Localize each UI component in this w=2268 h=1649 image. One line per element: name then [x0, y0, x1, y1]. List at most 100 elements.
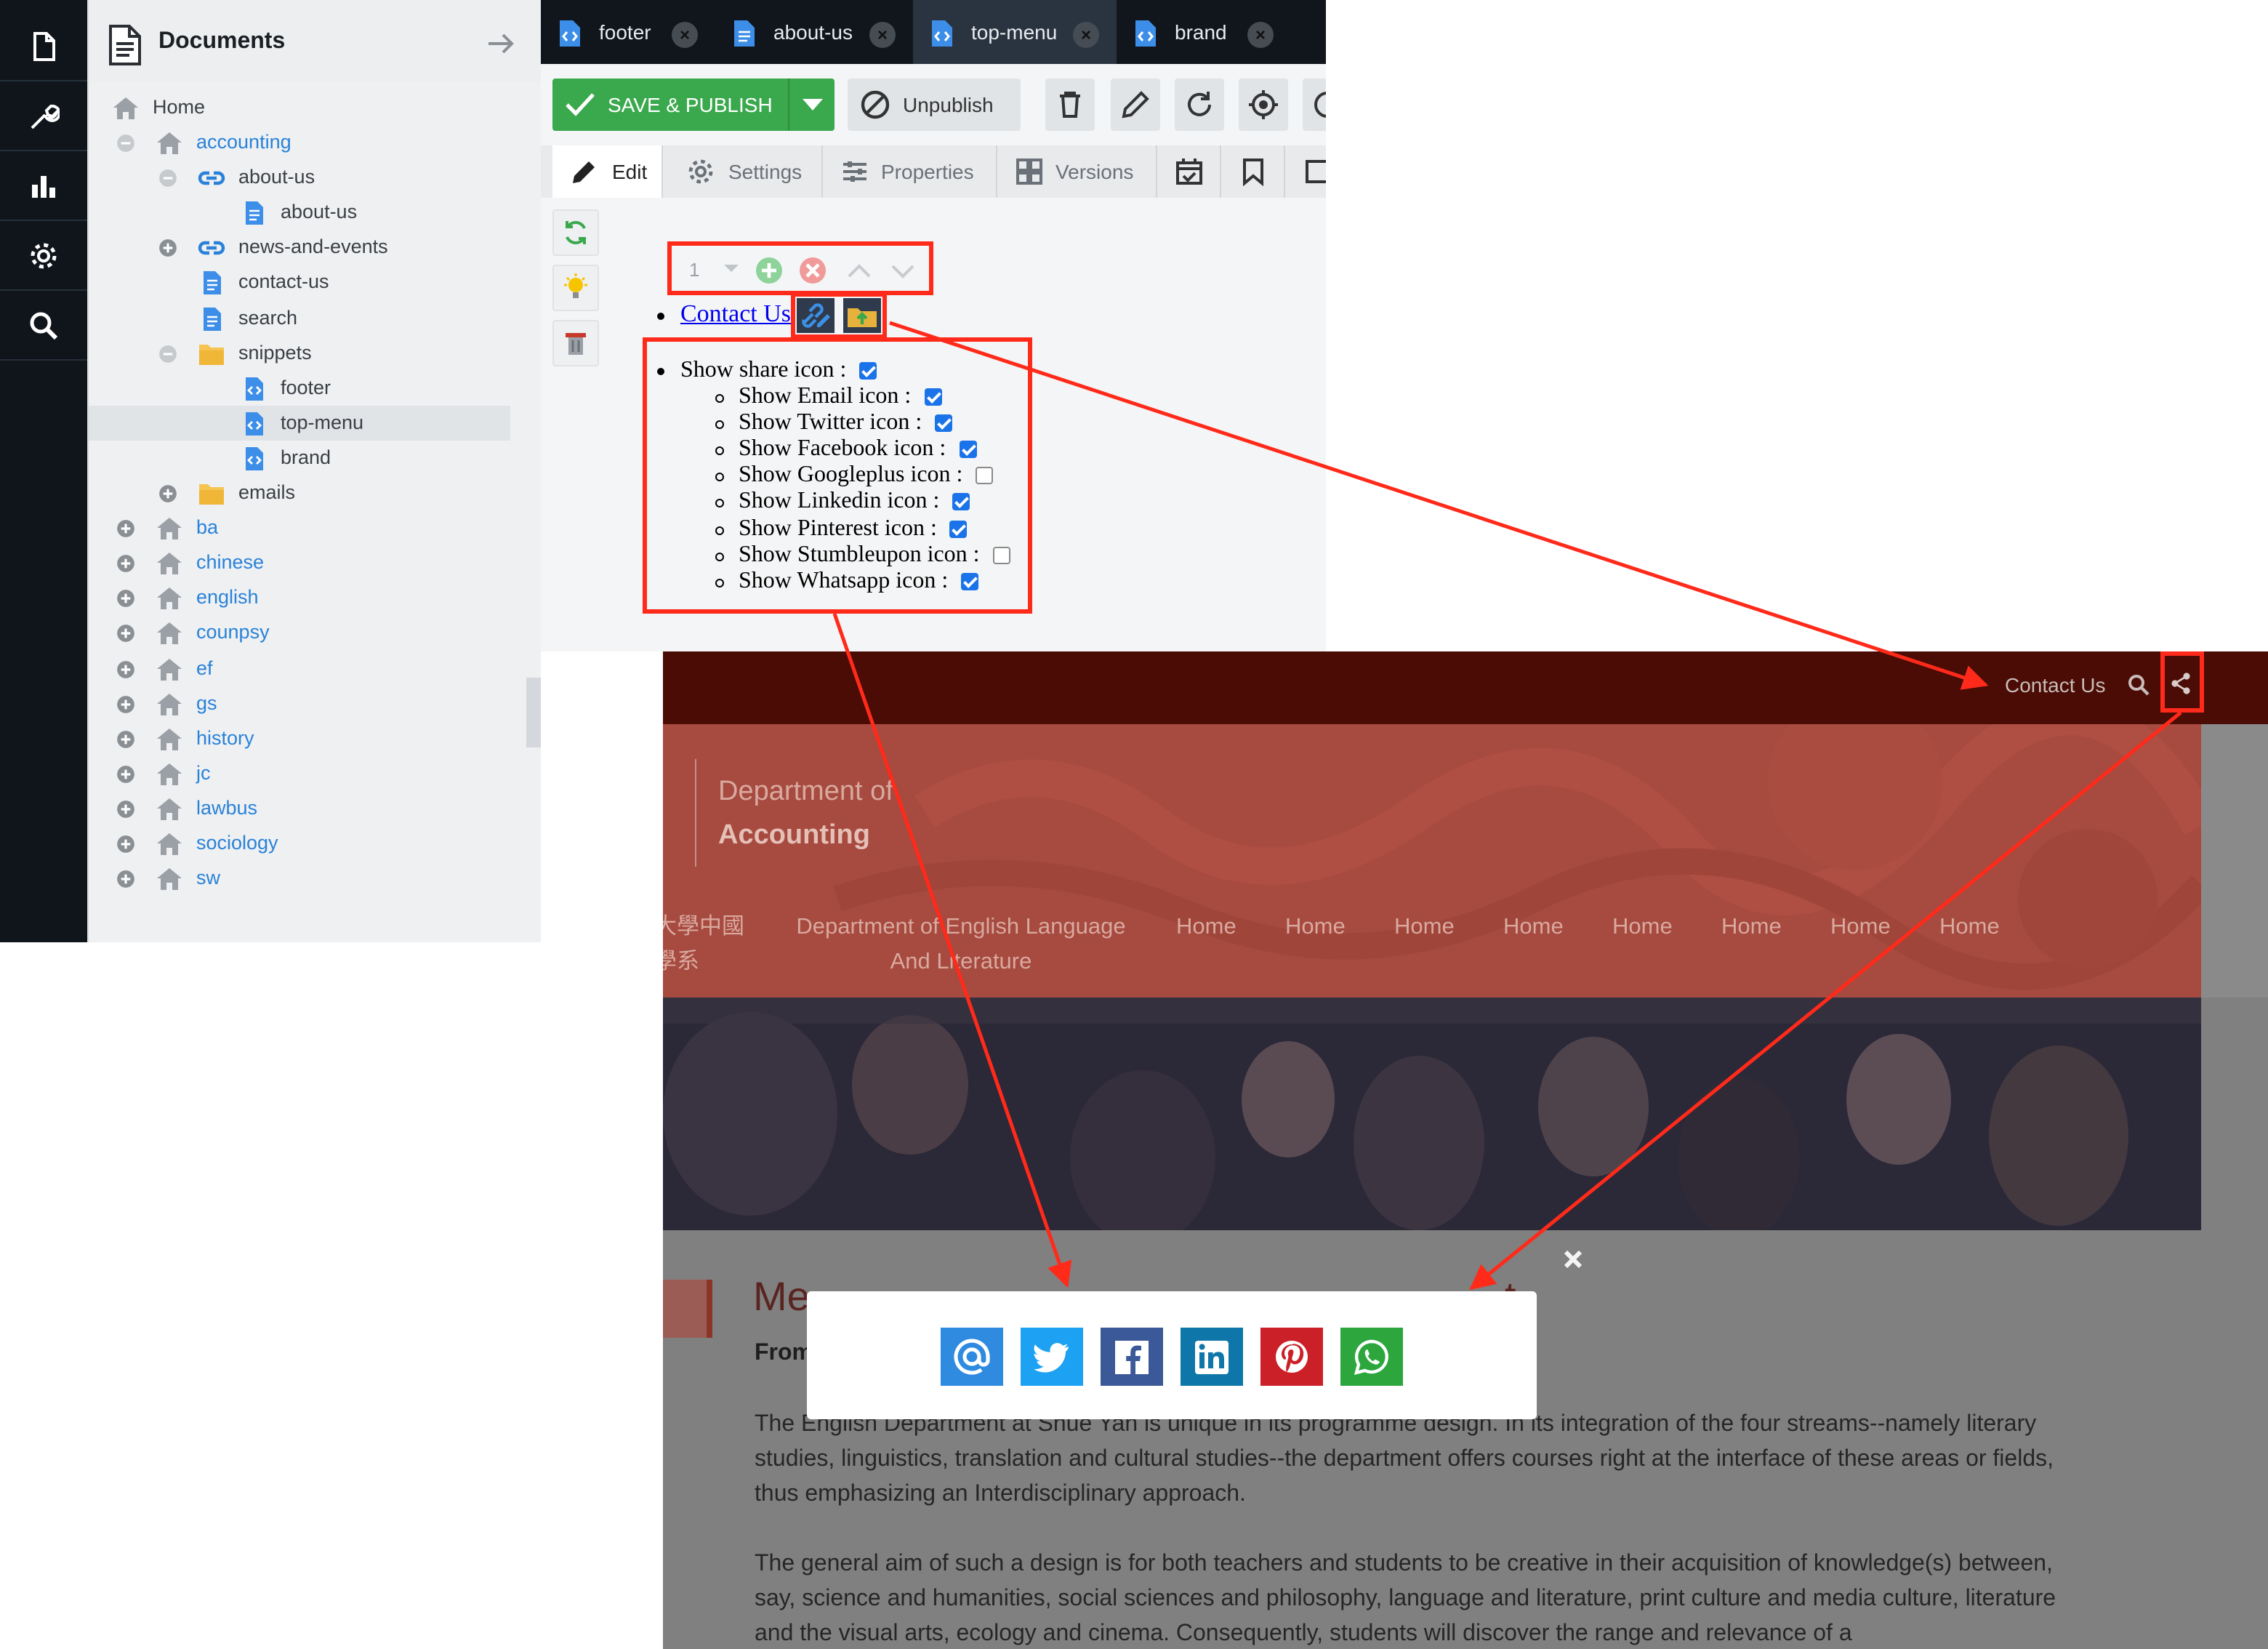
share-facebook-button[interactable] [1101, 1328, 1163, 1386]
plus-circle-icon[interactable] [115, 728, 137, 750]
from-label: From [755, 1341, 813, 1365]
minus-circle-icon[interactable] [115, 132, 137, 154]
tree-node-search[interactable]: search [89, 300, 542, 335]
settings-nav-button[interactable] [0, 221, 87, 291]
tree-node-about-us[interactable]: about-us [89, 160, 542, 195]
share-linkedin-button[interactable] [1181, 1328, 1243, 1386]
close-icon[interactable] [1561, 1248, 1585, 1271]
nav-item-home[interactable]: Home [1830, 910, 1891, 945]
editor-tab-footer[interactable]: footer × [541, 0, 715, 64]
nav-item-home[interactable]: Home [1394, 910, 1455, 945]
tree-node-accounting[interactable]: accounting [89, 125, 542, 160]
save-options-dropdown[interactable] [788, 79, 835, 131]
arrow-right-icon[interactable] [487, 32, 516, 55]
plus-circle-icon[interactable] [115, 833, 137, 855]
reports-nav-button[interactable] [0, 151, 87, 221]
unpublish-button[interactable]: Unpublish [848, 79, 1021, 131]
tree-node-top-menu[interactable]: top-menu [89, 405, 510, 441]
rename-button[interactable] [1111, 79, 1160, 131]
plus-circle-icon[interactable] [115, 763, 137, 785]
clear-content-button[interactable] [552, 320, 599, 366]
tree-node-footer[interactable]: footer [89, 371, 542, 406]
search-nav-button[interactable] [0, 291, 87, 361]
tree-node-about-us[interactable]: about-us [89, 196, 542, 230]
close-icon[interactable]: × [672, 22, 698, 48]
reload-button[interactable] [1175, 79, 1224, 131]
documents-nav-button[interactable] [0, 12, 87, 81]
highlight-areas-button[interactable] [552, 265, 599, 311]
tree-node-history[interactable]: history [89, 721, 542, 755]
tree-node-gs[interactable]: gs [89, 686, 542, 721]
nav-item-home[interactable]: Home [1721, 910, 1782, 945]
site-contact-us-link[interactable]: Contact Us [2005, 673, 2106, 697]
contact-us-link[interactable]: Contact Us [680, 300, 791, 329]
tab-bookmark[interactable] [1221, 145, 1285, 198]
tree-node-english[interactable]: english [89, 581, 542, 616]
editor-tab-top-menu[interactable]: top-menu × [913, 0, 1117, 64]
minus-circle-icon[interactable] [157, 167, 179, 189]
plus-circle-icon[interactable] [115, 553, 137, 574]
tab-properties[interactable]: Properties [823, 145, 997, 198]
close-icon[interactable]: × [869, 22, 896, 48]
bookmark-icon [1243, 159, 1263, 186]
tree-node-snippets[interactable]: snippets [89, 335, 542, 370]
close-icon[interactable]: × [1247, 22, 1274, 48]
tab-settings[interactable]: Settings [663, 145, 823, 198]
tab-versions[interactable]: Versions [997, 145, 1157, 198]
panel-splitter-handle[interactable] [526, 678, 541, 747]
tree-node-jc[interactable]: jc [89, 756, 542, 791]
locate-in-tree-button[interactable] [1239, 79, 1288, 131]
plus-circle-icon[interactable] [157, 238, 179, 260]
tree-node-label: chinese [196, 551, 265, 574]
share-email-button[interactable] [941, 1328, 1003, 1386]
plus-circle-icon[interactable] [115, 588, 137, 610]
tab-edit[interactable]: Edit [552, 145, 663, 198]
nav-item-chinese[interactable]: 大學中國 學系 [663, 910, 744, 980]
save-and-publish-button[interactable]: SAVE & PUBLISH [552, 79, 835, 131]
share-pinterest-button[interactable] [1260, 1328, 1323, 1386]
tree-node-contact-us[interactable]: contact-us [89, 265, 542, 300]
plus-circle-icon[interactable] [115, 623, 137, 645]
tab-schedule[interactable] [1157, 145, 1221, 198]
editor-tab-brand[interactable]: brand × [1117, 0, 1291, 64]
share-twitter-button[interactable] [1021, 1328, 1083, 1386]
info-button[interactable] [1303, 79, 1326, 131]
ban-icon [861, 90, 890, 119]
reload-editmode-button[interactable] [552, 209, 599, 256]
tree-node-brand[interactable]: brand [89, 441, 542, 476]
nav-item-home[interactable]: Home [1503, 910, 1564, 945]
plus-circle-icon[interactable] [115, 868, 137, 890]
delete-button[interactable] [1045, 79, 1095, 131]
home-icon [157, 868, 182, 891]
tree-node-sociology[interactable]: sociology [89, 826, 542, 861]
plus-circle-icon[interactable] [157, 483, 179, 505]
tools-nav-button[interactable] [0, 81, 87, 151]
minus-circle-icon[interactable] [157, 342, 179, 364]
tree-node-label: about-us [238, 166, 315, 188]
tree-node-lawbus[interactable]: lawbus [89, 791, 542, 826]
panel-icon [1306, 160, 1326, 183]
close-icon[interactable]: × [1073, 22, 1099, 48]
tree-node-ef[interactable]: ef [89, 651, 542, 686]
tab-more[interactable] [1285, 145, 1326, 198]
plus-circle-icon[interactable] [115, 693, 137, 715]
tree-node-Home[interactable]: Home [89, 90, 542, 125]
search-icon[interactable] [2127, 673, 2150, 697]
nav-item-home[interactable]: Home [1939, 910, 2000, 945]
plus-circle-icon[interactable] [115, 658, 137, 680]
plus-circle-icon[interactable] [115, 798, 137, 820]
tree-node-emails[interactable]: emails [89, 476, 542, 510]
editor-tab-about-us[interactable]: about-us × [715, 0, 913, 64]
nav-item-english[interactable]: Department of English Language And Liter… [794, 910, 1128, 980]
nav-item-home[interactable]: Home [1285, 910, 1346, 945]
nav-item-home[interactable]: Home [1176, 910, 1236, 945]
annotation-box-share-options [643, 337, 1032, 614]
tree-node-ba[interactable]: ba [89, 510, 542, 545]
share-whatsapp-button[interactable] [1340, 1328, 1403, 1386]
tree-node-news-and-events[interactable]: news-and-events [89, 230, 542, 265]
tree-node-counpsy[interactable]: counpsy [89, 616, 542, 651]
nav-item-home[interactable]: Home [1612, 910, 1673, 945]
tree-node-chinese[interactable]: chinese [89, 545, 542, 580]
plus-circle-icon[interactable] [115, 518, 137, 539]
tree-node-sw[interactable]: sw [89, 861, 542, 896]
